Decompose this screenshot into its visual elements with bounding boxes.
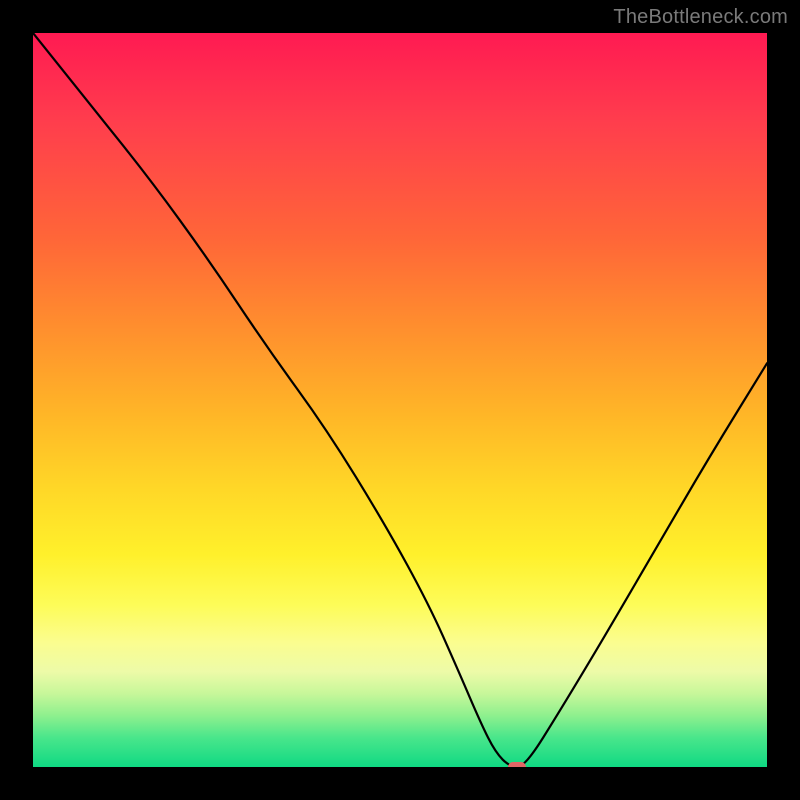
optimal-marker: [508, 762, 526, 767]
curve-svg: [33, 33, 767, 767]
watermark-text: TheBottleneck.com: [613, 6, 788, 29]
bottleneck-curve: [33, 33, 767, 767]
chart-stage: TheBottleneck.com: [0, 0, 800, 800]
plot-area: [33, 33, 767, 767]
